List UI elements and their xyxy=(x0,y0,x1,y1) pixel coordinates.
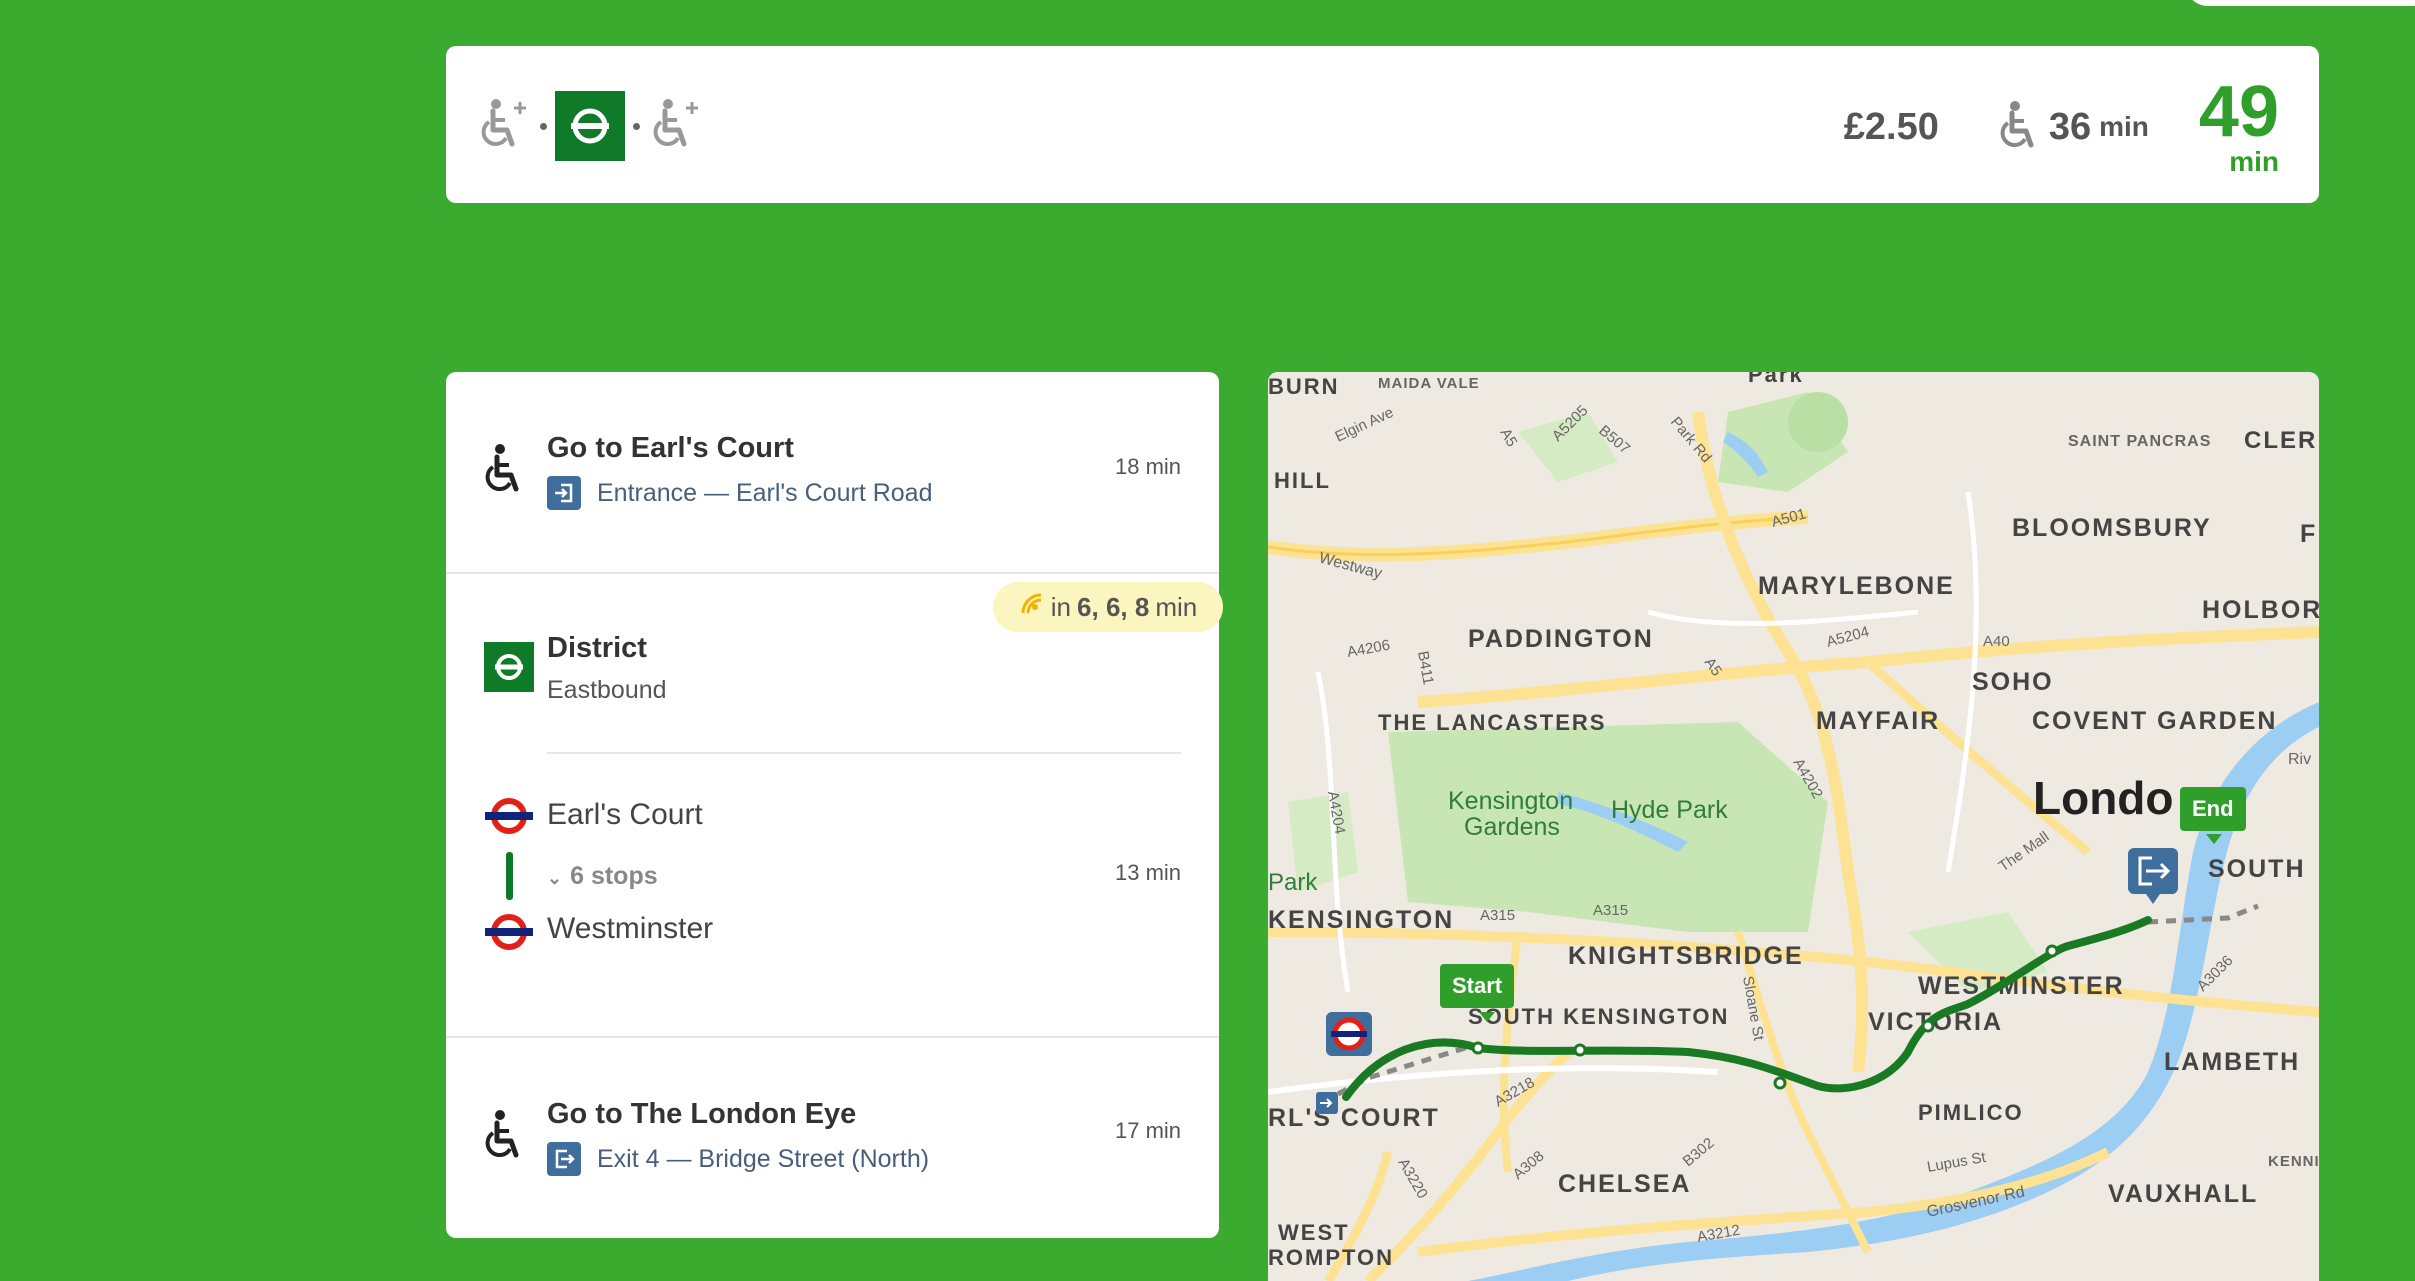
svg-text:WEST: WEST xyxy=(1278,1220,1350,1245)
divider xyxy=(446,1036,1219,1038)
walk-time: 36 min xyxy=(1999,99,2149,156)
svg-text:MAIDA VALE: MAIDA VALE xyxy=(1378,375,1480,392)
route-summary-card[interactable]: £2.50 36 min 49 min xyxy=(446,46,2319,203)
svg-text:VAUXHALL: VAUXHALL xyxy=(2108,1180,2258,1208)
total-minutes: 49 xyxy=(2198,72,2279,152)
svg-text:SOUTH: SOUTH xyxy=(2208,855,2306,883)
route-map[interactable]: BURN MAIDA VALE Park HILL SAINT PANCRAS … xyxy=(1268,372,2319,1281)
walk-minutes: 36 xyxy=(2048,105,2092,148)
svg-text:THE LANCASTERS: THE LANCASTERS xyxy=(1378,710,1606,735)
svg-text:Park: Park xyxy=(1268,869,1318,896)
svg-text:MARYLEBONE: MARYLEBONE xyxy=(1758,572,1955,600)
underground-roundel-icon xyxy=(555,91,625,161)
live-signal-icon xyxy=(1019,591,1045,624)
start-marker[interactable]: Start xyxy=(1440,964,1515,1008)
transit-time: 13 min xyxy=(1115,860,1182,885)
wheelchair-plus-icon xyxy=(648,96,704,157)
svg-text:F: F xyxy=(2300,520,2317,548)
total-duration: 49 min xyxy=(2198,72,2279,177)
svg-text:HOLBOR: HOLBOR xyxy=(2202,596,2319,624)
wheelchair-icon xyxy=(484,1108,528,1169)
underground-roundel-icon xyxy=(484,642,534,692)
wheelchair-icon xyxy=(1999,99,2043,156)
svg-text:RL'S COURT: RL'S COURT xyxy=(1268,1104,1440,1132)
entrance-icon xyxy=(547,476,581,510)
svg-text:LAMBETH: LAMBETH xyxy=(2164,1048,2300,1076)
separator-dot xyxy=(540,122,547,130)
svg-text:Gardens: Gardens xyxy=(1464,813,1560,841)
step-walk-title: Go to The London Eye xyxy=(547,1098,857,1130)
separator-dot xyxy=(633,122,640,130)
step-entrance[interactable]: Entrance — Earl's Court Road xyxy=(547,476,932,510)
top-right-tab[interactable] xyxy=(2185,0,2415,6)
svg-text:COVENT GARDEN: COVENT GARDEN xyxy=(2032,707,2277,735)
destination-station: Westminster xyxy=(547,912,714,945)
entrance-label: Entrance — Earl's Court Road xyxy=(597,478,933,507)
svg-text:A315: A315 xyxy=(1480,907,1515,924)
svg-text:Londo: Londo xyxy=(2033,772,2174,824)
underground-roundel-icon xyxy=(483,796,535,841)
svg-text:A315: A315 xyxy=(1593,902,1628,919)
start-marker-pointer xyxy=(1479,1012,1495,1022)
route-modes xyxy=(476,91,704,161)
step-walk-title: Go to Earl's Court xyxy=(547,432,794,464)
svg-text:ROMPTON: ROMPTON xyxy=(1268,1245,1394,1270)
itinerary-card: Go to Earl's Court Entrance — Earl's Cou… xyxy=(446,372,1223,1238)
realtime-prefix: in xyxy=(1050,591,1072,622)
step-walk-time: 18 min xyxy=(1115,454,1182,479)
stops-count: 6 stops xyxy=(570,862,658,890)
svg-text:A40: A40 xyxy=(1983,633,2010,650)
underground-roundel-icon xyxy=(483,912,535,957)
transit-direction: Eastbound xyxy=(547,676,667,704)
svg-text:KNIGHTSBRIDGE: KNIGHTSBRIDGE xyxy=(1568,942,1804,970)
svg-text:PADDINGTON: PADDINGTON xyxy=(1468,625,1654,653)
divider xyxy=(547,752,1181,754)
svg-text:Riv: Riv xyxy=(2288,751,2311,768)
realtime-departures: in 6, 6, 8 min xyxy=(993,582,1223,632)
svg-text:KENNING: KENNING xyxy=(2268,1153,2319,1170)
exit-icon xyxy=(547,1142,581,1176)
svg-text:BLOOMSBURY: BLOOMSBURY xyxy=(2012,514,2212,542)
fare-price: £2.50 xyxy=(1843,105,1939,148)
summary-stats: £2.50 36 min 49 min xyxy=(1844,62,2279,192)
svg-text:Park: Park xyxy=(1748,372,1804,387)
walk-unit: min xyxy=(2099,111,2149,142)
svg-text:HILL: HILL xyxy=(1274,468,1331,493)
step-walk-time: 17 min xyxy=(1115,1118,1182,1143)
origin-station: Earl's Court xyxy=(547,798,703,831)
step-exit[interactable]: Exit 4 — Bridge Street (North) xyxy=(547,1142,929,1176)
chevron-down-icon: ⌄ xyxy=(547,868,563,888)
svg-text:PIMLICO: PIMLICO xyxy=(1918,1100,2024,1125)
svg-text:SOHO: SOHO xyxy=(1972,668,2054,696)
stops-toggle[interactable]: ⌄ 6 stops xyxy=(547,862,658,891)
map-canvas[interactable]: BURN MAIDA VALE Park HILL SAINT PANCRAS … xyxy=(1268,372,2319,1281)
start-label: Start xyxy=(1452,973,1503,998)
svg-text:CLER: CLER xyxy=(2244,427,2317,454)
svg-text:KENSINGTON: KENSINGTON xyxy=(1268,906,1454,934)
svg-text:Kensington: Kensington xyxy=(1448,787,1573,815)
wheelchair-plus-icon xyxy=(476,96,532,157)
realtime-times: 6, 6, 8 xyxy=(1077,591,1150,622)
svg-text:SAINT PANCRAS: SAINT PANCRAS xyxy=(2068,433,2211,450)
svg-text:CHELSEA: CHELSEA xyxy=(1558,1170,1691,1198)
end-marker[interactable]: End xyxy=(2180,787,2246,831)
end-label: End xyxy=(2192,796,2234,821)
svg-text:BURN: BURN xyxy=(1268,374,1340,399)
divider xyxy=(446,572,1219,574)
svg-text:MAYFAIR: MAYFAIR xyxy=(1816,707,1940,735)
wheelchair-icon xyxy=(484,442,528,503)
end-marker-pointer xyxy=(2206,834,2222,844)
realtime-unit: min xyxy=(1155,591,1198,622)
line-connector xyxy=(506,852,513,900)
exit-label: Exit 4 — Bridge Street (North) xyxy=(597,1144,930,1173)
svg-text:Hyde Park: Hyde Park xyxy=(1611,796,1728,824)
transit-line-name: District xyxy=(547,632,647,664)
